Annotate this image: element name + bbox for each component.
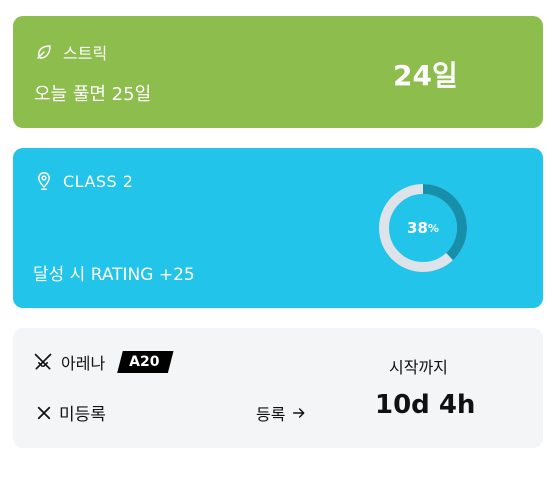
- class-card[interactable]: CLASS 2 달성 시 RATING +25 38%: [13, 148, 543, 308]
- class-header: CLASS 2: [35, 171, 133, 191]
- progress-number: 38: [407, 219, 428, 237]
- arena-header: 아레나 A20: [33, 350, 174, 374]
- progress-ring: 38%: [378, 183, 468, 273]
- progress-label: 38%: [378, 183, 468, 273]
- register-button[interactable]: 등록: [256, 401, 307, 425]
- arena-badge: A20: [117, 351, 174, 373]
- arena-title: 아레나: [61, 354, 106, 373]
- countdown-value: 10d 4h: [375, 390, 476, 420]
- start-until-label: 시작까지: [389, 358, 448, 377]
- close-icon: [35, 404, 53, 422]
- streak-title: 스트릭: [63, 44, 108, 63]
- streak-header: 스트릭: [35, 40, 107, 64]
- crossed-swords-icon: [33, 352, 53, 372]
- register-label: 등록: [256, 405, 286, 424]
- class-title: CLASS 2: [63, 171, 134, 191]
- streak-value: 24일: [393, 59, 458, 92]
- streak-subtitle: 오늘 풀면 25일: [34, 84, 152, 105]
- leaf-icon: [35, 43, 53, 61]
- progress-unit: %: [427, 221, 439, 235]
- map-pin-icon: [35, 171, 53, 191]
- streak-card[interactable]: 스트릭 오늘 풀면 25일 24일: [13, 16, 543, 128]
- registration-status: 미등록: [35, 400, 106, 425]
- registration-status-label: 미등록: [59, 405, 106, 425]
- class-subtitle: 달성 시 RATING +25: [33, 265, 195, 285]
- arena-card[interactable]: 아레나 A20 미등록 등록 시작까지 10d 4h: [13, 328, 543, 448]
- arrow-right-icon: [291, 405, 307, 421]
